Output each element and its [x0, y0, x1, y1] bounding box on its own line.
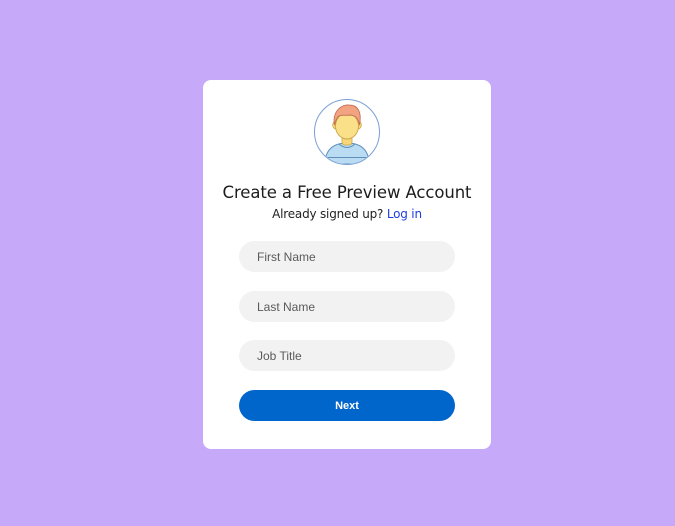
job-title-input[interactable]: [239, 340, 455, 371]
page-title: Create a Free Preview Account: [222, 183, 472, 202]
next-button[interactable]: Next: [239, 390, 455, 421]
login-prompt-text: Already signed up?: [272, 207, 384, 221]
first-name-input[interactable]: [239, 241, 455, 272]
login-prompt: Already signed up? Log in: [203, 207, 491, 221]
last-name-input[interactable]: [239, 291, 455, 322]
signup-card: Create a Free Preview Account Already si…: [203, 80, 491, 449]
login-link[interactable]: Log in: [387, 207, 422, 221]
user-avatar-icon: [314, 99, 380, 165]
